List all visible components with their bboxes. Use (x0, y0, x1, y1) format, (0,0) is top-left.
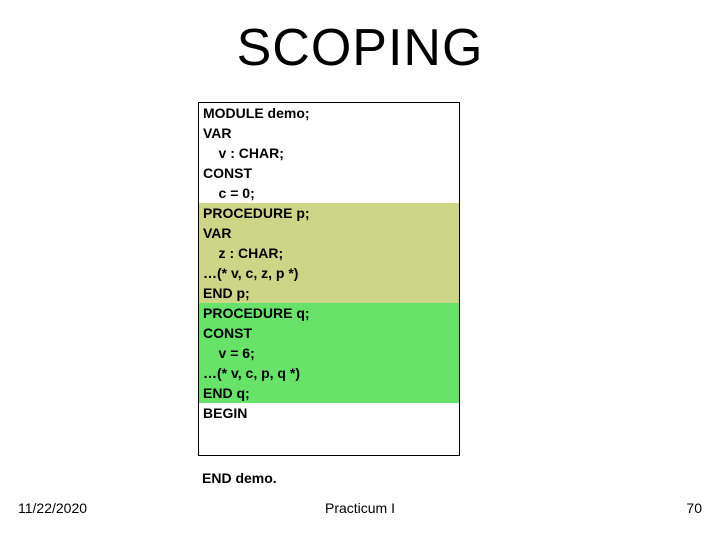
code-line: v : CHAR; (199, 143, 459, 163)
code-line-scope-p: END p; (199, 283, 459, 303)
code-line-scope-q: END q; (199, 383, 459, 403)
code-line-scope-p: VAR (199, 223, 459, 243)
slide-title: SCOPING (0, 18, 720, 78)
code-line-scope-q: PROCEDURE q; (199, 303, 459, 323)
code-line-scope-p: z : CHAR; (199, 243, 459, 263)
code-line: VAR (199, 123, 459, 143)
code-line: MODULE demo; (199, 103, 459, 123)
code-end-line: END demo. (202, 470, 277, 486)
footer-page-number: 70 (686, 500, 702, 516)
code-line-scope-p: …(* v, c, z, p *) (199, 263, 459, 283)
code-line: CONST (199, 163, 459, 183)
code-box: MODULE demo; VAR v : CHAR; CONST c = 0; … (198, 102, 460, 456)
footer-center: Practicum I (0, 500, 720, 516)
code-line-scope-q: v = 6; (199, 343, 459, 363)
code-line-scope-q: CONST (199, 323, 459, 343)
code-line-scope-p: PROCEDURE p; (199, 203, 459, 223)
code-line: BEGIN (199, 403, 459, 423)
code-line-scope-q: …(* v, c, p, q *) (199, 363, 459, 383)
code-line: c = 0; (199, 183, 459, 203)
